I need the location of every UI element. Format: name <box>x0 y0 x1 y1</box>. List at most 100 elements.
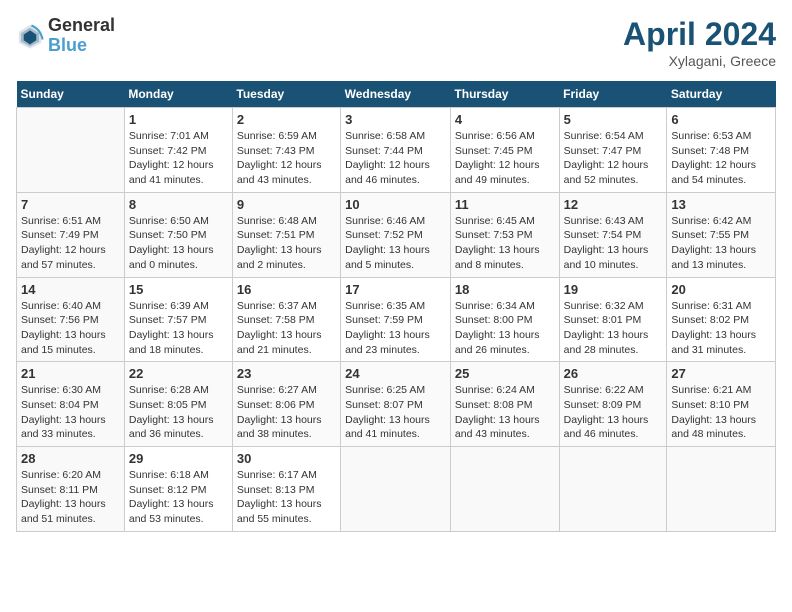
calendar-cell: 7 Sunrise: 6:51 AMSunset: 7:49 PMDaylight… <box>17 192 125 277</box>
day-info: Sunrise: 6:32 AMSunset: 8:01 PMDaylight:… <box>564 299 663 358</box>
day-number: 10 <box>345 197 446 212</box>
day-info: Sunrise: 6:43 AMSunset: 7:54 PMDaylight:… <box>564 214 663 273</box>
calendar-table: SundayMondayTuesdayWednesdayThursdayFrid… <box>16 81 776 532</box>
calendar-cell: 30 Sunrise: 6:17 AMSunset: 8:13 PMDayligh… <box>232 447 340 532</box>
calendar-cell: 19 Sunrise: 6:32 AMSunset: 8:01 PMDayligh… <box>559 277 667 362</box>
weekday-header-cell: Thursday <box>450 81 559 108</box>
calendar-cell: 2 Sunrise: 6:59 AMSunset: 7:43 PMDaylight… <box>232 108 340 193</box>
weekday-header-cell: Monday <box>124 81 232 108</box>
calendar-cell: 9 Sunrise: 6:48 AMSunset: 7:51 PMDaylight… <box>232 192 340 277</box>
day-number: 19 <box>564 282 663 297</box>
calendar-cell: 13 Sunrise: 6:42 AMSunset: 7:55 PMDayligh… <box>667 192 776 277</box>
calendar-week-row: 1Sunrise: 7:01 AMSunset: 7:42 PMDaylight… <box>17 108 776 193</box>
calendar-cell: 8Sunrise: 6:50 AMSunset: 7:50 PMDaylight… <box>124 192 232 277</box>
day-number: 8 <box>129 197 228 212</box>
day-info: Sunrise: 6:31 AMSunset: 8:02 PMDaylight:… <box>671 299 771 358</box>
day-number: 22 <box>129 366 228 381</box>
calendar-cell: 27Sunrise: 6:21 AMSunset: 8:10 PMDayligh… <box>667 362 776 447</box>
day-info: Sunrise: 6:56 AMSunset: 7:45 PMDaylight:… <box>455 129 555 188</box>
weekday-header-cell: Wednesday <box>341 81 451 108</box>
calendar-week-row: 28Sunrise: 6:20 AMSunset: 8:11 PMDayligh… <box>17 447 776 532</box>
day-info: Sunrise: 6:34 AMSunset: 8:00 PMDaylight:… <box>455 299 555 358</box>
day-number: 16 <box>237 282 336 297</box>
month-title: April 2024 <box>623 16 776 53</box>
day-info: Sunrise: 6:35 AMSunset: 7:59 PMDaylight:… <box>345 299 446 358</box>
day-info: Sunrise: 6:40 AMSunset: 7:56 PMDaylight:… <box>21 299 120 358</box>
day-info: Sunrise: 6:28 AMSunset: 8:05 PMDaylight:… <box>129 383 228 442</box>
title-block: April 2024 Xylagani, Greece <box>623 16 776 69</box>
day-info: Sunrise: 6:46 AMSunset: 7:52 PMDaylight:… <box>345 214 446 273</box>
day-info: Sunrise: 6:54 AMSunset: 7:47 PMDaylight:… <box>564 129 663 188</box>
day-info: Sunrise: 6:42 AMSunset: 7:55 PMDaylight:… <box>671 214 771 273</box>
calendar-cell: 5 Sunrise: 6:54 AMSunset: 7:47 PMDaylight… <box>559 108 667 193</box>
day-number: 23 <box>237 366 336 381</box>
day-number: 17 <box>345 282 446 297</box>
day-number: 27 <box>671 366 771 381</box>
day-info: Sunrise: 6:39 AMSunset: 7:57 PMDaylight:… <box>129 299 228 358</box>
day-info: Sunrise: 6:48 AMSunset: 7:51 PMDaylight:… <box>237 214 336 273</box>
day-info: Sunrise: 6:59 AMSunset: 7:43 PMDaylight:… <box>237 129 336 188</box>
day-number: 1 <box>129 112 228 127</box>
calendar-cell: 15Sunrise: 6:39 AMSunset: 7:57 PMDayligh… <box>124 277 232 362</box>
day-info: Sunrise: 6:25 AMSunset: 8:07 PMDaylight:… <box>345 383 446 442</box>
location: Xylagani, Greece <box>623 53 776 69</box>
day-number: 6 <box>671 112 771 127</box>
calendar-cell: 17 Sunrise: 6:35 AMSunset: 7:59 PMDayligh… <box>341 277 451 362</box>
calendar-body: 1Sunrise: 7:01 AMSunset: 7:42 PMDaylight… <box>17 108 776 532</box>
day-info: Sunrise: 6:20 AMSunset: 8:11 PMDaylight:… <box>21 468 120 527</box>
day-number: 29 <box>129 451 228 466</box>
calendar-cell: 24 Sunrise: 6:25 AMSunset: 8:07 PMDayligh… <box>341 362 451 447</box>
weekday-header-row: SundayMondayTuesdayWednesdayThursdayFrid… <box>17 81 776 108</box>
day-number: 5 <box>564 112 663 127</box>
weekday-header-cell: Sunday <box>17 81 125 108</box>
day-number: 18 <box>455 282 555 297</box>
day-number: 11 <box>455 197 555 212</box>
day-number: 24 <box>345 366 446 381</box>
weekday-header-cell: Tuesday <box>232 81 340 108</box>
day-number: 25 <box>455 366 555 381</box>
calendar-cell: 28Sunrise: 6:20 AMSunset: 8:11 PMDayligh… <box>17 447 125 532</box>
day-number: 7 <box>21 197 120 212</box>
day-number: 12 <box>564 197 663 212</box>
day-info: Sunrise: 6:17 AMSunset: 8:13 PMDaylight:… <box>237 468 336 527</box>
logo-text: General Blue <box>48 16 115 56</box>
calendar-cell: 29Sunrise: 6:18 AMSunset: 8:12 PMDayligh… <box>124 447 232 532</box>
calendar-cell: 14 Sunrise: 6:40 AMSunset: 7:56 PMDayligh… <box>17 277 125 362</box>
calendar-cell: 26Sunrise: 6:22 AMSunset: 8:09 PMDayligh… <box>559 362 667 447</box>
day-info: Sunrise: 6:37 AMSunset: 7:58 PMDaylight:… <box>237 299 336 358</box>
calendar-cell: 23 Sunrise: 6:27 AMSunset: 8:06 PMDayligh… <box>232 362 340 447</box>
day-info: Sunrise: 6:27 AMSunset: 8:06 PMDaylight:… <box>237 383 336 442</box>
calendar-cell: 6 Sunrise: 6:53 AMSunset: 7:48 PMDaylight… <box>667 108 776 193</box>
calendar-cell: 12 Sunrise: 6:43 AMSunset: 7:54 PMDayligh… <box>559 192 667 277</box>
calendar-cell: 10 Sunrise: 6:46 AMSunset: 7:52 PMDayligh… <box>341 192 451 277</box>
calendar-week-row: 7 Sunrise: 6:51 AMSunset: 7:49 PMDaylight… <box>17 192 776 277</box>
calendar-cell: 21 Sunrise: 6:30 AMSunset: 8:04 PMDayligh… <box>17 362 125 447</box>
calendar-week-row: 21 Sunrise: 6:30 AMSunset: 8:04 PMDayligh… <box>17 362 776 447</box>
calendar-cell: 11 Sunrise: 6:45 AMSunset: 7:53 PMDayligh… <box>450 192 559 277</box>
day-number: 21 <box>21 366 120 381</box>
calendar-cell <box>450 447 559 532</box>
day-number: 20 <box>671 282 771 297</box>
day-info: Sunrise: 6:53 AMSunset: 7:48 PMDaylight:… <box>671 129 771 188</box>
day-number: 2 <box>237 112 336 127</box>
calendar-cell <box>667 447 776 532</box>
calendar-cell: 20 Sunrise: 6:31 AMSunset: 8:02 PMDayligh… <box>667 277 776 362</box>
day-info: Sunrise: 6:30 AMSunset: 8:04 PMDaylight:… <box>21 383 120 442</box>
calendar-cell: 1Sunrise: 7:01 AMSunset: 7:42 PMDaylight… <box>124 108 232 193</box>
calendar-cell: 3Sunrise: 6:58 AMSunset: 7:44 PMDaylight… <box>341 108 451 193</box>
calendar-cell: 25Sunrise: 6:24 AMSunset: 8:08 PMDayligh… <box>450 362 559 447</box>
weekday-header-cell: Friday <box>559 81 667 108</box>
day-number: 4 <box>455 112 555 127</box>
day-number: 3 <box>345 112 446 127</box>
day-number: 30 <box>237 451 336 466</box>
calendar-cell <box>559 447 667 532</box>
day-number: 13 <box>671 197 771 212</box>
day-number: 26 <box>564 366 663 381</box>
day-info: Sunrise: 6:51 AMSunset: 7:49 PMDaylight:… <box>21 214 120 273</box>
calendar-cell: 4 Sunrise: 6:56 AMSunset: 7:45 PMDaylight… <box>450 108 559 193</box>
calendar-cell <box>17 108 125 193</box>
day-number: 9 <box>237 197 336 212</box>
calendar-cell: 18 Sunrise: 6:34 AMSunset: 8:00 PMDayligh… <box>450 277 559 362</box>
day-info: Sunrise: 6:45 AMSunset: 7:53 PMDaylight:… <box>455 214 555 273</box>
day-number: 14 <box>21 282 120 297</box>
